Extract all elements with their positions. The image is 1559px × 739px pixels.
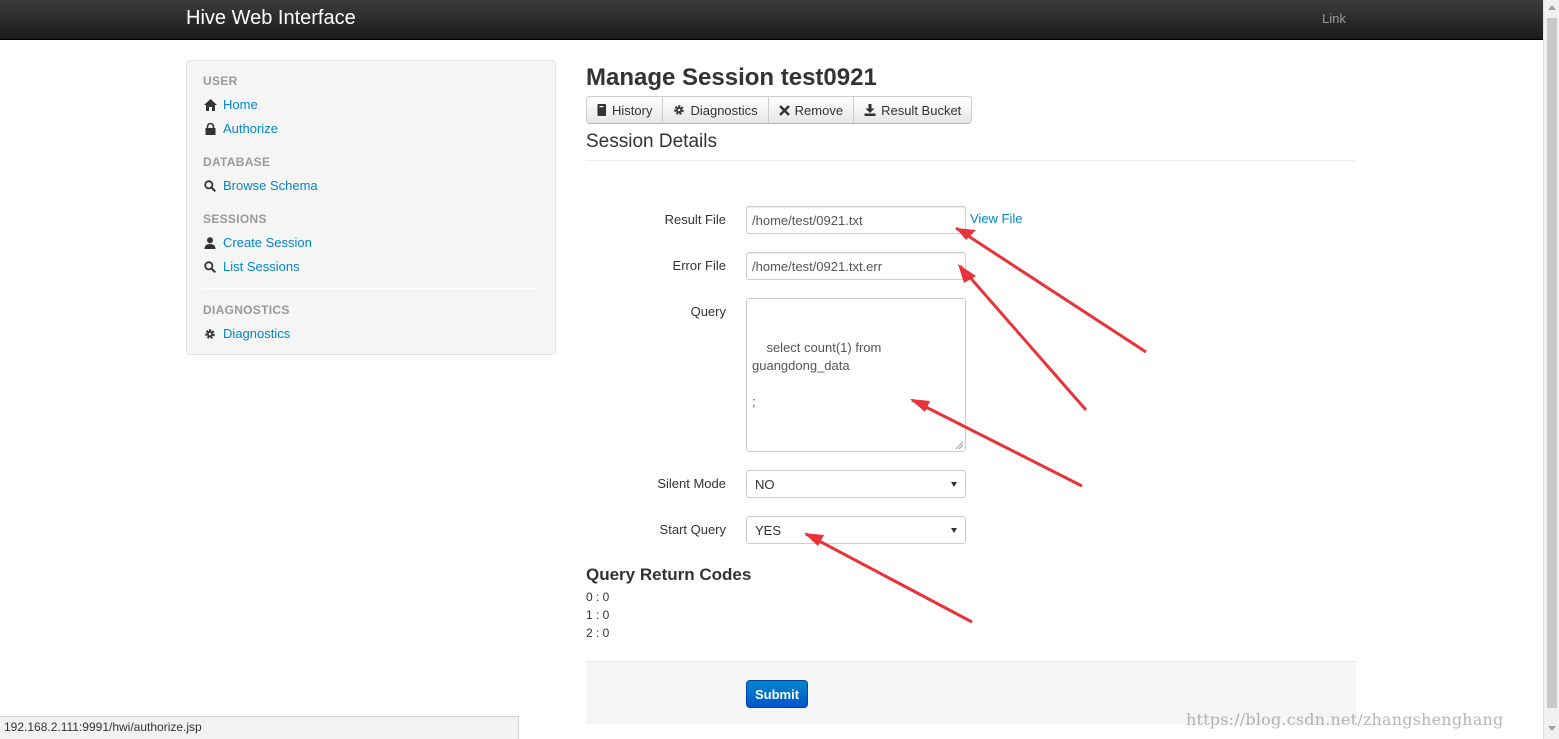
sidebar-header-diagnostics: DIAGNOSTICS [203, 303, 290, 317]
scroll-thumb[interactable] [1547, 18, 1557, 708]
start-query-label: Start Query [659, 522, 726, 537]
silent-mode-value: NO [755, 476, 775, 492]
result-bucket-button[interactable]: Result Bucket [853, 96, 973, 124]
sidebar-item-label: Browse Schema [223, 178, 318, 193]
silent-mode-select[interactable]: NO [746, 470, 966, 498]
navbar-link[interactable]: Link [1322, 11, 1346, 26]
result-bucket-button-label: Result Bucket [881, 102, 962, 118]
brand-title[interactable]: Hive Web Interface [186, 7, 356, 30]
query-return-codes-title: Query Return Codes [586, 565, 752, 584]
book-icon [597, 104, 607, 116]
sidebar-item-label: Home [223, 97, 258, 112]
section-title: Session Details [586, 131, 717, 152]
sidebar-header-sessions: SESSIONS [203, 212, 267, 226]
scroll-up-arrow-icon[interactable] [1548, 5, 1556, 10]
sidebar-item-authorize[interactable]: Authorize [203, 121, 278, 136]
sidebar-item-browse-schema[interactable]: Browse Schema [203, 178, 318, 193]
result-file-input[interactable]: /home/test/0921.txt [746, 206, 966, 234]
sidebar-item-home[interactable]: Home [203, 97, 258, 112]
sidebar-item-label: Authorize [223, 121, 278, 136]
sidebar-item-list-sessions[interactable]: List Sessions [203, 259, 300, 274]
sidebar-item-label: Diagnostics [223, 326, 291, 341]
download-icon [864, 104, 876, 116]
diagnostics-button[interactable]: Diagnostics [662, 96, 769, 124]
user-icon [203, 236, 217, 250]
remove-icon [778, 104, 790, 116]
sidebar-item-label: Create Session [223, 235, 312, 250]
search-icon [203, 260, 217, 274]
browser-status-bar: 192.168.2.111:9991/hwi/authorize.jsp [0, 716, 519, 739]
start-query-select[interactable]: YES [746, 516, 966, 544]
annotation-arrow [958, 265, 1088, 411]
start-query-value: YES [755, 522, 782, 538]
annotation-arrow [955, 226, 1147, 354]
chevron-down-icon [951, 527, 957, 533]
home-icon [203, 98, 217, 112]
chevron-down-icon [951, 481, 957, 487]
error-file-label: Error File [672, 258, 726, 273]
submit-button[interactable]: Submit [746, 680, 808, 708]
annotation-arrow [805, 532, 973, 624]
query-textarea[interactable]: select count(1) from guangdong_data ; [746, 298, 966, 452]
error-file-value: /home/test/0921.txt.err [752, 258, 883, 274]
sidebar: USER Home Authorize DATABASE Browse Sche… [186, 60, 556, 355]
remove-button[interactable]: Remove [767, 96, 855, 124]
query-value: select count(1) from guangdong_data ; [752, 340, 882, 409]
return-code-line: 1 : 0 [586, 608, 610, 622]
return-code-line: 0 : 0 [586, 590, 610, 604]
sidebar-header-user: USER [203, 74, 238, 88]
diagnostics-button-label: Diagnostics [690, 102, 758, 118]
sidebar-item-create-session[interactable]: Create Session [203, 235, 312, 250]
scroll-down-arrow-icon[interactable] [1548, 726, 1556, 731]
view-file-link[interactable]: View File [970, 211, 1023, 226]
sidebar-item-label: List Sessions [223, 259, 300, 274]
sidebar-divider [203, 288, 539, 289]
sidebar-header-database: DATABASE [203, 155, 271, 169]
vertical-scrollbar[interactable] [1543, 0, 1559, 739]
search-icon [203, 179, 217, 193]
watermark: https://blog.csdn.net/zhangshenghang [1186, 710, 1504, 729]
sidebar-item-diagnostics[interactable]: Diagnostics [203, 326, 290, 341]
resize-grip-icon[interactable] [955, 441, 963, 449]
query-label: Query [690, 304, 726, 319]
gear-icon [203, 327, 217, 341]
history-button-label: History [612, 102, 653, 118]
error-file-input[interactable]: /home/test/0921.txt.err [746, 252, 966, 280]
lock-icon [203, 122, 217, 136]
silent-mode-label: Silent Mode [657, 476, 726, 491]
page: Hive Web Interface Link USER Home Author… [0, 0, 1559, 739]
section-divider [586, 160, 1356, 161]
result-file-label: Result File [664, 212, 726, 227]
top-navbar: Hive Web Interface Link [0, 0, 1543, 40]
return-code-line: 2 : 0 [586, 626, 610, 640]
remove-button-label: Remove [794, 102, 844, 118]
session-toolbar: History Diagnostics Remove Result Bucket [586, 96, 973, 124]
gear-icon [673, 104, 685, 116]
page-title: Manage Session test0921 [586, 64, 877, 91]
result-file-value: /home/test/0921.txt [752, 212, 863, 228]
history-button[interactable]: History [586, 96, 664, 124]
